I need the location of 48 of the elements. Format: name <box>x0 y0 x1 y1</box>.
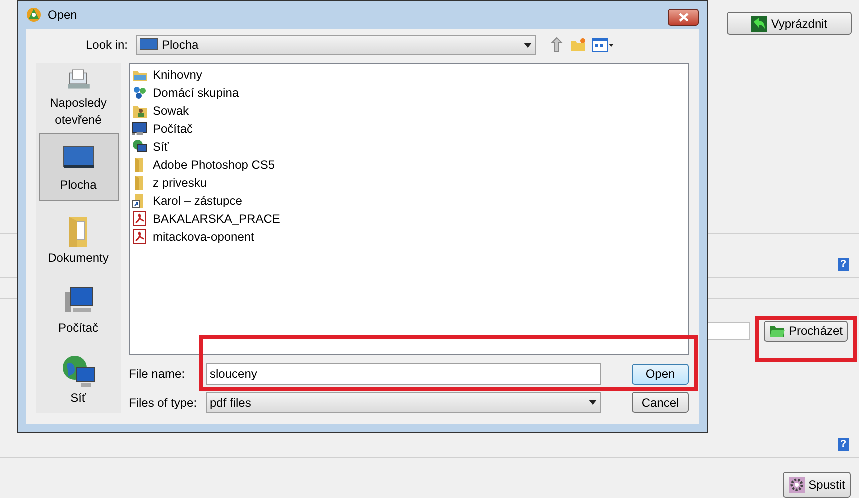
help-icon[interactable]: ? <box>838 258 849 271</box>
place-item[interactable]: Počítač <box>38 271 118 341</box>
file-item[interactable]: BAKALARSKA_PRACE <box>132 210 686 228</box>
close-icon <box>678 13 688 22</box>
gear-icon <box>788 477 805 494</box>
help-icon[interactable]: ? <box>838 438 849 452</box>
close-button[interactable] <box>668 9 699 26</box>
clear-button[interactable]: Vyprázdnit <box>727 12 852 35</box>
file-item[interactable]: Počítač <box>132 120 686 138</box>
up-folder-icon[interactable] <box>550 37 564 53</box>
look-in-dropdown[interactable]: Plocha <box>136 35 536 55</box>
caret-icon <box>524 42 532 48</box>
file-item[interactable]: z privesku <box>132 174 686 192</box>
app-logo-icon <box>26 7 42 23</box>
network-icon <box>132 139 148 155</box>
caret-icon <box>589 400 597 405</box>
file-item[interactable]: Knihovny <box>132 66 686 84</box>
pdf-icon <box>132 211 148 227</box>
place-item[interactable]: Síť <box>38 341 118 411</box>
file-item[interactable]: Karol – zástupce <box>132 192 686 210</box>
open-button[interactable]: Open <box>632 364 689 384</box>
place-item[interactable]: Dokumenty <box>38 201 118 271</box>
run-button[interactable]: Spustit <box>783 472 851 498</box>
file-type-dropdown[interactable]: pdf files <box>206 392 601 413</box>
file-item[interactable]: Síť <box>132 138 686 156</box>
user-folder-icon <box>132 103 148 119</box>
window-title: Open <box>48 7 78 24</box>
file-item[interactable]: Adobe Photoshop CS5 <box>132 156 686 174</box>
new-folder-icon[interactable] <box>570 38 586 52</box>
file-type-label: Files of type: <box>129 394 198 412</box>
look-in-label: Look in: <box>84 37 129 54</box>
computer-icon <box>132 121 148 137</box>
desktop-icon <box>140 38 158 52</box>
cancel-button[interactable]: Cancel <box>632 392 689 413</box>
undo-arrow-icon <box>751 16 768 32</box>
pdf-icon <box>132 229 148 245</box>
homegroup-icon <box>132 85 148 101</box>
folder-icon <box>768 324 785 338</box>
place-item[interactable]: Naposledy otevřené <box>38 63 118 133</box>
file-item[interactable]: mitackova-oponent <box>132 228 686 246</box>
file-item[interactable]: Sowak <box>132 102 686 120</box>
browse-button[interactable]: Procházet <box>764 320 848 342</box>
place-item[interactable]: Plocha <box>38 133 118 201</box>
view-menu-icon[interactable] <box>592 38 614 52</box>
file-item[interactable]: Domácí skupina <box>132 84 686 102</box>
network-icon <box>60 354 96 390</box>
file-name-field[interactable]: slouceny <box>206 363 601 385</box>
file-name-label: File name: <box>129 366 186 383</box>
